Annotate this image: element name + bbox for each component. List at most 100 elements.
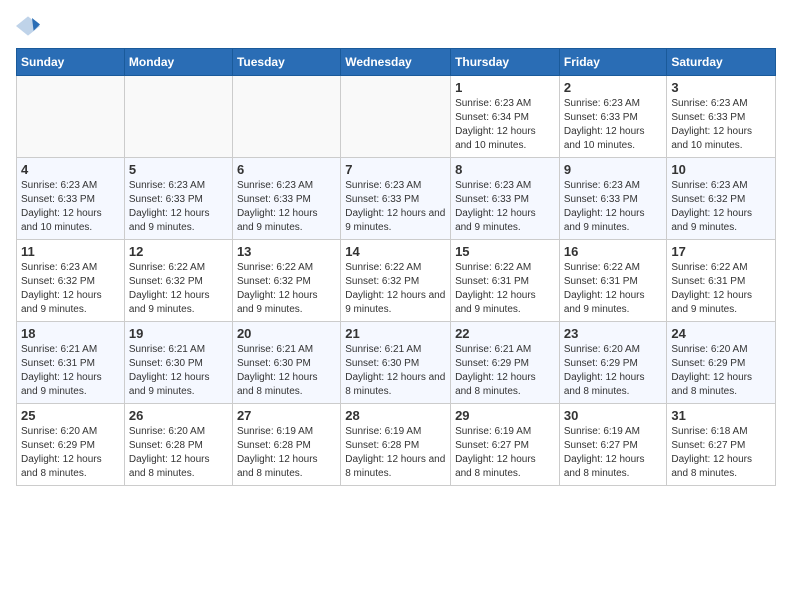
calendar-cell: 18 Sunrise: 6:21 AM Sunset: 6:31 PM Dayli… bbox=[17, 322, 125, 404]
day-number: 12 bbox=[129, 244, 228, 259]
day-info: Sunrise: 6:22 AM Sunset: 6:32 PM Dayligh… bbox=[129, 261, 228, 317]
calendar-week-2: 4 Sunrise: 6:23 AM Sunset: 6:33 PM Daylig… bbox=[17, 158, 776, 240]
calendar-week-4: 18 Sunrise: 6:21 AM Sunset: 6:31 PM Dayli… bbox=[17, 322, 776, 404]
calendar-cell: 2 Sunrise: 6:23 AM Sunset: 6:33 PM Daylig… bbox=[559, 76, 667, 158]
day-info: Sunrise: 6:21 AM Sunset: 6:30 PM Dayligh… bbox=[345, 343, 446, 399]
day-info: Sunrise: 6:19 AM Sunset: 6:28 PM Dayligh… bbox=[345, 425, 446, 481]
day-number: 15 bbox=[455, 244, 555, 259]
calendar-cell bbox=[124, 76, 232, 158]
day-info: Sunrise: 6:23 AM Sunset: 6:32 PM Dayligh… bbox=[21, 261, 120, 317]
calendar-header-row: SundayMondayTuesdayWednesdayThursdayFrid… bbox=[17, 49, 776, 76]
calendar-cell: 17 Sunrise: 6:22 AM Sunset: 6:31 PM Dayli… bbox=[667, 240, 776, 322]
day-info: Sunrise: 6:23 AM Sunset: 6:33 PM Dayligh… bbox=[564, 179, 663, 235]
day-info: Sunrise: 6:21 AM Sunset: 6:30 PM Dayligh… bbox=[129, 343, 228, 399]
calendar-cell bbox=[341, 76, 451, 158]
day-info: Sunrise: 6:23 AM Sunset: 6:33 PM Dayligh… bbox=[129, 179, 228, 235]
weekday-header-friday: Friday bbox=[559, 49, 667, 76]
calendar-cell: 26 Sunrise: 6:20 AM Sunset: 6:28 PM Dayli… bbox=[124, 404, 232, 486]
day-number: 8 bbox=[455, 162, 555, 177]
day-info: Sunrise: 6:20 AM Sunset: 6:28 PM Dayligh… bbox=[129, 425, 228, 481]
calendar-cell: 5 Sunrise: 6:23 AM Sunset: 6:33 PM Daylig… bbox=[124, 158, 232, 240]
day-number: 18 bbox=[21, 326, 120, 341]
calendar-week-3: 11 Sunrise: 6:23 AM Sunset: 6:32 PM Dayli… bbox=[17, 240, 776, 322]
day-info: Sunrise: 6:23 AM Sunset: 6:33 PM Dayligh… bbox=[564, 97, 663, 153]
calendar-cell: 9Sunrise: 6:23 AM Sunset: 6:33 PM Daylig… bbox=[559, 158, 667, 240]
day-number: 31 bbox=[671, 408, 771, 423]
day-info: Sunrise: 6:22 AM Sunset: 6:32 PM Dayligh… bbox=[237, 261, 336, 317]
day-number: 5 bbox=[129, 162, 228, 177]
day-number: 24 bbox=[671, 326, 771, 341]
calendar-week-5: 25 Sunrise: 6:20 AM Sunset: 6:29 PM Dayli… bbox=[17, 404, 776, 486]
day-info: Sunrise: 6:23 AM Sunset: 6:33 PM Dayligh… bbox=[455, 179, 555, 235]
calendar-cell: 31 Sunrise: 6:18 AM Sunset: 6:27 PM Dayli… bbox=[667, 404, 776, 486]
calendar-cell: 1 Sunrise: 6:23 AM Sunset: 6:34 PM Daylig… bbox=[451, 76, 560, 158]
day-number: 26 bbox=[129, 408, 228, 423]
day-info: Sunrise: 6:18 AM Sunset: 6:27 PM Dayligh… bbox=[671, 425, 771, 481]
calendar-table: SundayMondayTuesdayWednesdayThursdayFrid… bbox=[16, 48, 776, 486]
calendar-cell: 21 Sunrise: 6:21 AM Sunset: 6:30 PM Dayli… bbox=[341, 322, 451, 404]
day-info: Sunrise: 6:22 AM Sunset: 6:32 PM Dayligh… bbox=[345, 261, 446, 317]
calendar-cell: 25 Sunrise: 6:20 AM Sunset: 6:29 PM Dayli… bbox=[17, 404, 125, 486]
calendar-cell: 14 Sunrise: 6:22 AM Sunset: 6:32 PM Dayli… bbox=[341, 240, 451, 322]
day-info: Sunrise: 6:22 AM Sunset: 6:31 PM Dayligh… bbox=[455, 261, 555, 317]
calendar-cell: 15 Sunrise: 6:22 AM Sunset: 6:31 PM Dayli… bbox=[451, 240, 560, 322]
day-number: 22 bbox=[455, 326, 555, 341]
day-number: 30 bbox=[564, 408, 663, 423]
day-info: Sunrise: 6:23 AM Sunset: 6:34 PM Dayligh… bbox=[455, 97, 555, 153]
day-number: 17 bbox=[671, 244, 771, 259]
calendar-cell: 7 Sunrise: 6:23 AM Sunset: 6:33 PM Daylig… bbox=[341, 158, 451, 240]
day-info: Sunrise: 6:23 AM Sunset: 6:33 PM Dayligh… bbox=[237, 179, 336, 235]
day-info: Sunrise: 6:22 AM Sunset: 6:31 PM Dayligh… bbox=[671, 261, 771, 317]
calendar-cell: 12 Sunrise: 6:22 AM Sunset: 6:32 PM Dayli… bbox=[124, 240, 232, 322]
calendar-cell: 13Sunrise: 6:22 AM Sunset: 6:32 PM Dayli… bbox=[232, 240, 340, 322]
day-number: 25 bbox=[21, 408, 120, 423]
calendar-cell: 29Sunrise: 6:19 AM Sunset: 6:27 PM Dayli… bbox=[451, 404, 560, 486]
day-info: Sunrise: 6:23 AM Sunset: 6:33 PM Dayligh… bbox=[671, 97, 771, 153]
calendar-cell: 10 Sunrise: 6:23 AM Sunset: 6:32 PM Dayli… bbox=[667, 158, 776, 240]
day-info: Sunrise: 6:23 AM Sunset: 6:32 PM Dayligh… bbox=[671, 179, 771, 235]
day-info: Sunrise: 6:20 AM Sunset: 6:29 PM Dayligh… bbox=[21, 425, 120, 481]
day-number: 19 bbox=[129, 326, 228, 341]
weekday-header-saturday: Saturday bbox=[667, 49, 776, 76]
calendar-cell: 20Sunrise: 6:21 AM Sunset: 6:30 PM Dayli… bbox=[232, 322, 340, 404]
calendar-cell: 24 Sunrise: 6:20 AM Sunset: 6:29 PM Dayli… bbox=[667, 322, 776, 404]
day-info: Sunrise: 6:21 AM Sunset: 6:30 PM Dayligh… bbox=[237, 343, 336, 399]
day-number: 2 bbox=[564, 80, 663, 95]
day-info: Sunrise: 6:23 AM Sunset: 6:33 PM Dayligh… bbox=[345, 179, 446, 235]
day-info: Sunrise: 6:21 AM Sunset: 6:31 PM Dayligh… bbox=[21, 343, 120, 399]
day-info: Sunrise: 6:21 AM Sunset: 6:29 PM Dayligh… bbox=[455, 343, 555, 399]
calendar-week-1: 1 Sunrise: 6:23 AM Sunset: 6:34 PM Daylig… bbox=[17, 76, 776, 158]
calendar-cell: 30Sunrise: 6:19 AM Sunset: 6:27 PM Dayli… bbox=[559, 404, 667, 486]
weekday-header-tuesday: Tuesday bbox=[232, 49, 340, 76]
logo bbox=[16, 16, 44, 36]
day-number: 28 bbox=[345, 408, 446, 423]
day-number: 10 bbox=[671, 162, 771, 177]
day-number: 1 bbox=[455, 80, 555, 95]
calendar-cell: 3 Sunrise: 6:23 AM Sunset: 6:33 PM Daylig… bbox=[667, 76, 776, 158]
day-number: 11 bbox=[21, 244, 120, 259]
calendar-cell: 8 Sunrise: 6:23 AM Sunset: 6:33 PM Daylig… bbox=[451, 158, 560, 240]
day-info: Sunrise: 6:20 AM Sunset: 6:29 PM Dayligh… bbox=[671, 343, 771, 399]
calendar-cell: 27Sunrise: 6:19 AM Sunset: 6:28 PM Dayli… bbox=[232, 404, 340, 486]
day-number: 4 bbox=[21, 162, 120, 177]
calendar-cell: 19 Sunrise: 6:21 AM Sunset: 6:30 PM Dayli… bbox=[124, 322, 232, 404]
calendar-cell: 28 Sunrise: 6:19 AM Sunset: 6:28 PM Dayli… bbox=[341, 404, 451, 486]
weekday-header-thursday: Thursday bbox=[451, 49, 560, 76]
day-info: Sunrise: 6:22 AM Sunset: 6:31 PM Dayligh… bbox=[564, 261, 663, 317]
logo-icon bbox=[16, 16, 40, 36]
weekday-header-wednesday: Wednesday bbox=[341, 49, 451, 76]
day-number: 3 bbox=[671, 80, 771, 95]
day-number: 23 bbox=[564, 326, 663, 341]
day-number: 14 bbox=[345, 244, 446, 259]
calendar-cell: 11 Sunrise: 6:23 AM Sunset: 6:32 PM Dayli… bbox=[17, 240, 125, 322]
calendar-cell: 6Sunrise: 6:23 AM Sunset: 6:33 PM Daylig… bbox=[232, 158, 340, 240]
day-number: 21 bbox=[345, 326, 446, 341]
calendar-cell: 23Sunrise: 6:20 AM Sunset: 6:29 PM Dayli… bbox=[559, 322, 667, 404]
weekday-header-sunday: Sunday bbox=[17, 49, 125, 76]
day-info: Sunrise: 6:23 AM Sunset: 6:33 PM Dayligh… bbox=[21, 179, 120, 235]
calendar-cell bbox=[232, 76, 340, 158]
day-number: 7 bbox=[345, 162, 446, 177]
day-number: 16 bbox=[564, 244, 663, 259]
calendar-cell: 22 Sunrise: 6:21 AM Sunset: 6:29 PM Dayli… bbox=[451, 322, 560, 404]
day-info: Sunrise: 6:19 AM Sunset: 6:28 PM Dayligh… bbox=[237, 425, 336, 481]
